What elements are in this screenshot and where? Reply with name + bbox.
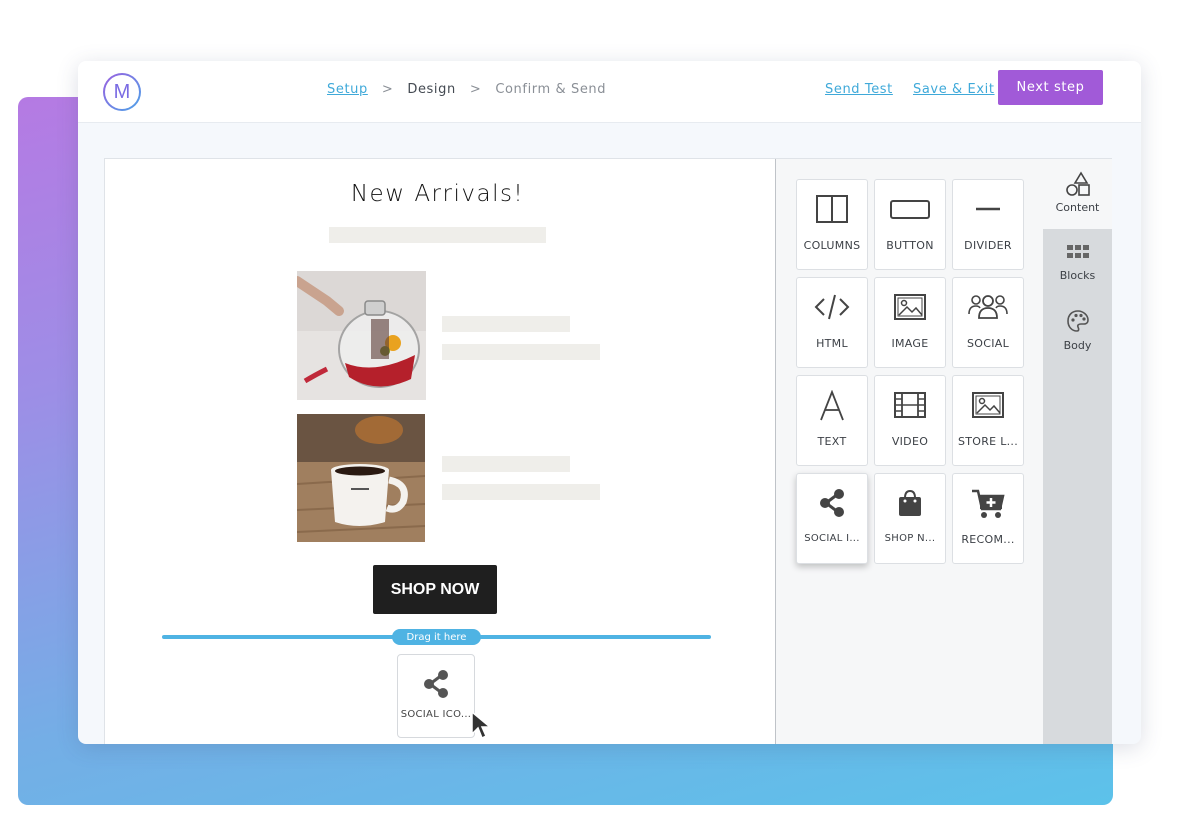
- block-label: STORE L...: [957, 435, 1019, 448]
- cart-plus-icon: [953, 488, 1023, 520]
- block-label: IMAGE: [891, 337, 929, 350]
- block-video[interactable]: VIDEO: [874, 375, 946, 466]
- block-social-icons[interactable]: SOCIAL I...: [796, 473, 868, 564]
- tab-label: Content: [1055, 201, 1100, 214]
- block-text[interactable]: TEXT: [796, 375, 868, 466]
- shapes-icon: [1043, 171, 1112, 197]
- button-icon: [875, 194, 945, 224]
- block-label: SOCIAL I...: [804, 533, 860, 544]
- tab-label: Body: [1063, 339, 1092, 352]
- text-placeholder: [442, 316, 570, 332]
- tab-body[interactable]: Body: [1043, 305, 1112, 365]
- grid-icon: [1043, 243, 1112, 263]
- block-label: SHOP N...: [884, 533, 936, 544]
- palette-icon: [1043, 309, 1112, 333]
- block-image[interactable]: IMAGE: [874, 277, 946, 368]
- dragged-social-icons-block[interactable]: SOCIAL ICO...: [397, 654, 475, 738]
- tab-content[interactable]: Content: [1043, 159, 1112, 229]
- text-placeholder: [442, 344, 600, 360]
- columns-icon: [797, 194, 867, 224]
- block-label: TEXT: [817, 435, 847, 448]
- tab-blocks[interactable]: Blocks: [1043, 237, 1112, 297]
- text-placeholder: [442, 456, 570, 472]
- breadcrumb-setup[interactable]: Setup: [327, 82, 368, 97]
- email-editor: New Arrivals! SHOP NOW Drag it here SOCI…: [104, 158, 1112, 744]
- block-columns[interactable]: COLUMNS: [796, 179, 868, 270]
- block-label: RECOM...: [961, 533, 1015, 546]
- store-image-icon: [953, 390, 1023, 420]
- video-film-icon: [875, 390, 945, 420]
- breadcrumb-separator: >: [381, 82, 394, 97]
- text-placeholder: [442, 484, 600, 500]
- logo-letter: M: [105, 75, 139, 109]
- block-html[interactable]: HTML: [796, 277, 868, 368]
- next-step-button[interactable]: Next step: [998, 70, 1103, 105]
- block-label: HTML: [816, 337, 848, 350]
- save-exit-link[interactable]: Save & Exit: [913, 82, 995, 97]
- block-store-locator[interactable]: STORE L...: [952, 375, 1024, 466]
- block-button[interactable]: BUTTON: [874, 179, 946, 270]
- email-title[interactable]: New Arrivals!: [105, 181, 770, 207]
- coffee-mug-photo[interactable]: [297, 414, 425, 542]
- tea-photo[interactable]: [297, 271, 426, 400]
- divider-icon: [953, 194, 1023, 224]
- breadcrumb-confirm-send: Confirm & Send: [495, 82, 607, 97]
- app-window: M Setup > Design > Confirm & Send Send T…: [78, 61, 1141, 744]
- breadcrumb-separator: >: [469, 82, 482, 97]
- social-people-icon: [953, 292, 1023, 322]
- email-canvas[interactable]: New Arrivals! SHOP NOW Drag it here SOCI…: [105, 159, 775, 744]
- breadcrumb-design: Design: [407, 82, 456, 97]
- tab-label: Blocks: [1059, 269, 1096, 282]
- subtitle-placeholder: [329, 227, 546, 243]
- side-tab-bar: Content Blocks Body: [1043, 159, 1112, 744]
- html-code-icon: [797, 292, 867, 322]
- block-label: COLUMNS: [803, 239, 861, 252]
- block-label: VIDEO: [891, 435, 929, 448]
- dragged-block-label: SOCIAL ICO...: [400, 709, 472, 720]
- drop-hint-pill: Drag it here: [392, 629, 481, 645]
- block-divider[interactable]: DIVIDER: [952, 179, 1024, 270]
- breadcrumb: Setup > Design > Confirm & Send: [327, 82, 606, 97]
- block-label: DIVIDER: [964, 239, 1012, 252]
- share-icon: [398, 669, 474, 699]
- block-social[interactable]: SOCIAL: [952, 277, 1024, 368]
- image-icon: [875, 292, 945, 322]
- send-test-link[interactable]: Send Test: [825, 82, 893, 97]
- share-icon: [797, 488, 867, 518]
- block-shop-now[interactable]: SHOP N...: [874, 473, 946, 564]
- content-blocks-panel: COLUMNS BUTTON DIVIDER HTML IMAGE SOCIAL…: [775, 159, 1043, 744]
- block-label: BUTTON: [886, 239, 934, 252]
- mouse-cursor-icon: [470, 710, 493, 744]
- shop-now-button[interactable]: SHOP NOW: [373, 565, 497, 614]
- app-logo[interactable]: M: [103, 73, 141, 111]
- shopping-bag-icon: [875, 488, 945, 518]
- top-header: M Setup > Design > Confirm & Send Send T…: [78, 61, 1141, 123]
- text-icon: [797, 390, 867, 422]
- block-recommendations[interactable]: RECOM...: [952, 473, 1024, 564]
- block-label: SOCIAL: [966, 337, 1010, 350]
